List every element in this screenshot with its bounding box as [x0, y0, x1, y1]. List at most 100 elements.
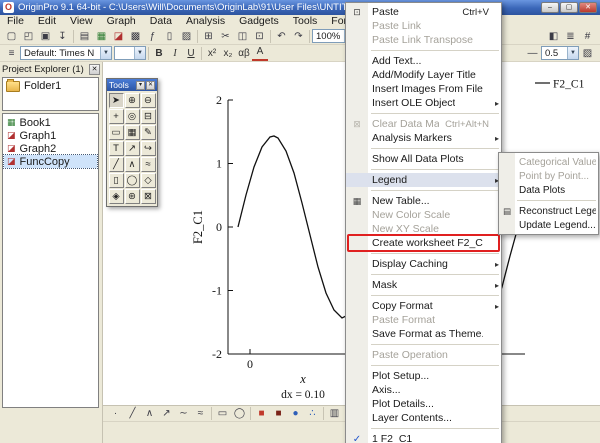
new-folder-icon[interactable]: ▤ — [76, 29, 93, 44]
menu-item-paste[interactable]: ⊡PasteCtrl+V — [346, 5, 501, 19]
scatter-plot-icon[interactable]: ∴ — [304, 406, 321, 421]
menu-item-create-worksheet-f2c1[interactable]: Create worksheet F2_C1 — [346, 236, 501, 250]
selection-on-active-plot-icon[interactable]: ▭ — [109, 125, 124, 140]
menu-item-new-xy-scale[interactable]: New XY Scale — [346, 222, 501, 236]
x-axis-title[interactable]: x — [299, 372, 306, 386]
menu-item-display-caching[interactable]: Display Caching▸ — [346, 257, 501, 271]
code-builder-icon[interactable]: # — [579, 29, 596, 44]
menu-item-paste-operation[interactable]: Paste Operation — [346, 348, 501, 362]
menu-item-save-format-as-theme[interactable]: Save Format as Theme... — [346, 327, 501, 341]
close-icon[interactable]: ✕ — [146, 81, 155, 90]
menu-item-clear-data-markers[interactable]: ⊠Clear Data MarkersCtrl+Alt+N — [346, 117, 501, 131]
menu-item-mask[interactable]: Mask▸ — [346, 278, 501, 292]
font-size-combo[interactable]: ▼ — [114, 46, 146, 60]
menu-item-new-color-scale[interactable]: New Color Scale — [346, 208, 501, 222]
submenu-item-update-legend[interactable]: Update Legend... — [499, 218, 598, 232]
font-color-button[interactable]: A — [252, 46, 268, 61]
menu-view[interactable]: View — [63, 15, 100, 28]
line-style-icon[interactable]: — — [524, 46, 541, 61]
import-icon[interactable]: ↧ — [54, 29, 71, 44]
redo-icon[interactable]: ↷ — [290, 29, 307, 44]
paste-icon[interactable]: ⊡ — [251, 29, 268, 44]
menu-item-paste-link[interactable]: Paste Link — [346, 19, 501, 33]
curved-arrow-tool-icon[interactable]: ↪ — [141, 141, 156, 156]
dx-annotation[interactable]: dx = 0.10 — [281, 389, 325, 401]
menu-item-axis[interactable]: Axis... — [346, 383, 501, 397]
menu-file[interactable]: File — [0, 15, 31, 28]
legend-text[interactable]: F2_C1 — [553, 79, 585, 91]
rectangle-annotation-tool-icon[interactable]: ▯ — [109, 173, 124, 188]
new-project-icon[interactable]: ▢ — [3, 29, 20, 44]
project-item-graph2[interactable]: ◪ Graph2 — [4, 142, 97, 155]
new-function-icon[interactable]: ƒ — [144, 29, 161, 44]
style-list-icon[interactable]: ≡ — [3, 46, 20, 61]
column-plot-icon[interactable]: ▥ — [326, 406, 343, 421]
curve-tool-icon[interactable]: ∼ — [175, 406, 192, 421]
ellipse-tool-icon[interactable]: ◯ — [231, 406, 248, 421]
menu-item-paste-format[interactable]: Paste Format — [346, 313, 501, 327]
close-button[interactable]: ✕ — [579, 2, 597, 13]
subscript-button[interactable]: x₂ — [220, 46, 236, 61]
folder-node-folder1[interactable]: Folder1 — [3, 78, 98, 94]
zoom-out-tool-icon[interactable]: ⊖ — [141, 93, 156, 108]
arrow-tool-icon[interactable]: ↗ — [158, 406, 175, 421]
new-layout-icon[interactable]: ▯ — [161, 29, 178, 44]
cut-icon[interactable]: ✂ — [217, 29, 234, 44]
print-icon[interactable]: ⊞ — [200, 29, 217, 44]
submenu-item-reconstruct-legend[interactable]: ▤Reconstruct Legend — [499, 204, 598, 218]
chevron-down-icon[interactable]: ▾ — [136, 81, 145, 90]
polyline-annotation-tool-icon[interactable]: ∧ — [125, 157, 140, 172]
menu-item-plot-setup[interactable]: Plot Setup... — [346, 369, 501, 383]
red-marker-icon[interactable]: ■ — [253, 406, 270, 421]
menu-item-show-all-data-plots[interactable]: Show All Data Plots — [346, 152, 501, 166]
new-notes-icon[interactable]: ▨ — [178, 29, 195, 44]
greek-button[interactable]: αβ — [236, 46, 252, 61]
submenu-item-point-by-point[interactable]: Point by Point... — [499, 169, 598, 183]
chevron-down-icon[interactable]: ▼ — [567, 47, 578, 59]
menu-item-add-modify-layer-title[interactable]: Add/Modify Layer Title — [346, 68, 501, 82]
menu-gadgets[interactable]: Gadgets — [232, 15, 286, 28]
line-tool-icon[interactable]: ╱ — [124, 406, 141, 421]
polygon-annotation-tool-icon[interactable]: ◇ — [141, 173, 156, 188]
underline-button[interactable]: U — [183, 46, 199, 61]
pointer-tool-icon[interactable]: ➤ — [109, 93, 124, 108]
close-icon[interactable]: ✕ — [89, 64, 100, 75]
project-window-icon[interactable]: ◧ — [545, 29, 562, 44]
project-item-graph1[interactable]: ◪ Graph1 — [4, 129, 97, 142]
copy-icon[interactable]: ◫ — [234, 29, 251, 44]
new-graph-icon[interactable]: ◪ — [110, 29, 127, 44]
selection-on-all-plots-icon[interactable]: ▦ — [125, 125, 140, 140]
submenu-item-categorical-values[interactable]: Categorical Values — [499, 155, 598, 169]
line-annotation-tool-icon[interactable]: ╱ — [109, 157, 124, 172]
chevron-down-icon[interactable]: ▼ — [100, 47, 111, 59]
minimize-button[interactable]: – — [541, 2, 559, 13]
menu-tools[interactable]: Tools — [286, 15, 325, 28]
y-axis-title[interactable]: F2_C1 — [191, 210, 205, 244]
menu-data[interactable]: Data — [143, 15, 179, 28]
menu-item-plot-details[interactable]: Plot Details... — [346, 397, 501, 411]
region-mask-tool-icon[interactable]: ◈ — [109, 189, 124, 204]
ellipse-annotation-tool-icon[interactable]: ◯ — [125, 173, 140, 188]
menu-item-copy-format[interactable]: Copy Format▸ — [346, 299, 501, 313]
chevron-down-icon[interactable]: ▼ — [134, 47, 145, 59]
menu-item-paste-link-transpose[interactable]: Paste Link Transpose — [346, 33, 501, 47]
arrow-annotation-tool-icon[interactable]: ↗ — [125, 141, 140, 156]
menu-item-insert-images[interactable]: Insert Images From Files... — [346, 82, 501, 96]
italic-button[interactable]: I — [167, 46, 183, 61]
data-selector-tool-icon[interactable]: ⊟ — [141, 109, 156, 124]
script-window-icon[interactable]: ≣ — [562, 29, 579, 44]
rectangle-tool-icon[interactable]: ▭ — [214, 406, 231, 421]
tools-palette-titlebar[interactable]: Tools ▾ ✕ — [107, 79, 157, 91]
point-tool-icon[interactable]: · — [107, 406, 124, 421]
line-width-combo[interactable]: 0.5 ▼ — [541, 46, 579, 60]
font-comb[interactable]: Default: Times N ▼ — [20, 46, 112, 60]
bold-button[interactable]: B — [151, 46, 167, 61]
project-item-funccopy[interactable]: ◪ FuncCopy — [4, 155, 97, 168]
blue-marker-icon[interactable]: ● — [287, 406, 304, 421]
new-matrix-icon[interactable]: ▩ — [127, 29, 144, 44]
screen-reader-tool-icon[interactable]: + — [109, 109, 124, 124]
mask-tool-icon[interactable]: ⊠ — [141, 189, 156, 204]
menu-analysis[interactable]: Analysis — [179, 15, 232, 28]
zoom-in-tool-icon[interactable]: ⊕ — [125, 93, 140, 108]
menu-item-insert-ole-object[interactable]: Insert OLE Object▸ — [346, 96, 501, 110]
